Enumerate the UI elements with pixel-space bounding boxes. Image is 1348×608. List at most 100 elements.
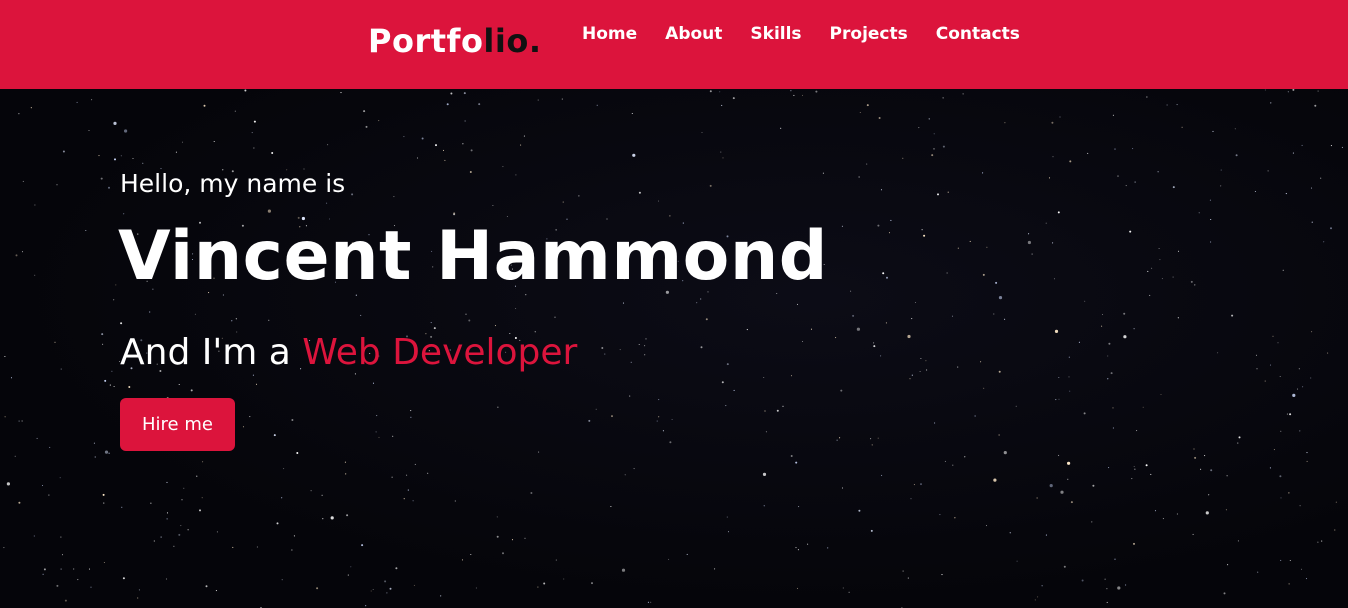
star	[468, 319, 471, 322]
star	[1110, 372, 1113, 375]
star	[138, 589, 140, 591]
star	[1059, 116, 1061, 118]
star	[686, 553, 688, 555]
star	[1341, 146, 1343, 148]
star	[523, 135, 525, 137]
star	[764, 410, 766, 412]
star	[1055, 399, 1057, 401]
star	[952, 464, 954, 466]
star	[104, 450, 109, 454]
star	[1149, 294, 1151, 296]
star	[1136, 430, 1138, 432]
star	[1181, 126, 1183, 128]
star	[1134, 181, 1136, 183]
nav-link-skills[interactable]: Skills	[750, 24, 801, 44]
star	[624, 474, 626, 476]
star	[1069, 390, 1071, 392]
hire-me-button[interactable]: Hire me	[120, 398, 235, 451]
star	[1285, 193, 1287, 195]
star	[1257, 571, 1259, 573]
star	[1028, 233, 1030, 235]
star	[969, 240, 971, 242]
nav-link-contacts[interactable]: Contacts	[936, 24, 1020, 44]
nav-link-home[interactable]: Home	[582, 24, 637, 44]
star	[1210, 218, 1212, 221]
star	[1311, 221, 1313, 223]
star	[1269, 364, 1272, 366]
star	[340, 92, 342, 94]
star	[166, 518, 168, 520]
star	[386, 592, 388, 594]
star	[1133, 328, 1135, 330]
star	[446, 103, 449, 106]
star	[1107, 378, 1109, 380]
star	[344, 461, 346, 463]
star	[1067, 461, 1071, 465]
star	[1227, 564, 1229, 566]
star	[64, 599, 67, 602]
star	[1220, 185, 1222, 187]
hero-greeting: Hello, my name is	[120, 169, 346, 198]
star	[1205, 511, 1209, 515]
site-logo[interactable]: Portfolio.	[368, 22, 542, 60]
star	[998, 296, 1003, 300]
star	[251, 132, 253, 134]
star	[1009, 532, 1011, 534]
star	[56, 584, 59, 587]
star	[365, 605, 367, 607]
nav-menu: Home About Skills Projects Contacts	[582, 24, 1048, 44]
star	[1036, 497, 1038, 499]
star	[1003, 451, 1007, 455]
star	[515, 174, 517, 176]
star	[173, 545, 175, 547]
star	[1117, 175, 1119, 177]
star	[166, 481, 168, 483]
star	[982, 172, 984, 174]
star	[1112, 407, 1114, 409]
star	[650, 601, 652, 603]
star	[797, 549, 799, 551]
star	[923, 234, 926, 237]
star	[132, 157, 134, 160]
star	[1210, 469, 1213, 472]
star	[1068, 376, 1070, 378]
star	[296, 452, 299, 454]
nav-link-about[interactable]: About	[665, 24, 722, 44]
star	[562, 201, 564, 203]
star	[1123, 335, 1127, 339]
star	[1300, 568, 1303, 570]
star	[881, 474, 883, 476]
star	[475, 587, 477, 589]
star	[1289, 559, 1291, 562]
star	[1190, 280, 1193, 283]
star	[267, 209, 271, 213]
star	[414, 463, 416, 465]
star	[985, 525, 988, 527]
star	[153, 540, 155, 542]
star	[108, 186, 110, 189]
star	[120, 155, 122, 157]
star	[776, 409, 779, 412]
star	[1212, 130, 1214, 132]
star	[1117, 586, 1121, 590]
star	[410, 416, 412, 418]
star	[1166, 104, 1168, 106]
star	[1049, 484, 1053, 488]
star	[15, 254, 18, 257]
star	[1292, 393, 1296, 397]
star	[515, 307, 517, 310]
star	[538, 451, 540, 453]
star	[902, 157, 904, 159]
star	[21, 251, 24, 253]
star	[1287, 91, 1289, 93]
star	[1220, 169, 1222, 171]
star	[890, 219, 892, 221]
star	[1070, 501, 1073, 504]
star	[1335, 501, 1337, 503]
star	[60, 368, 62, 370]
nav-link-projects[interactable]: Projects	[830, 24, 908, 44]
star	[942, 145, 945, 148]
star	[796, 303, 799, 305]
star	[1288, 583, 1290, 585]
star	[215, 590, 217, 592]
